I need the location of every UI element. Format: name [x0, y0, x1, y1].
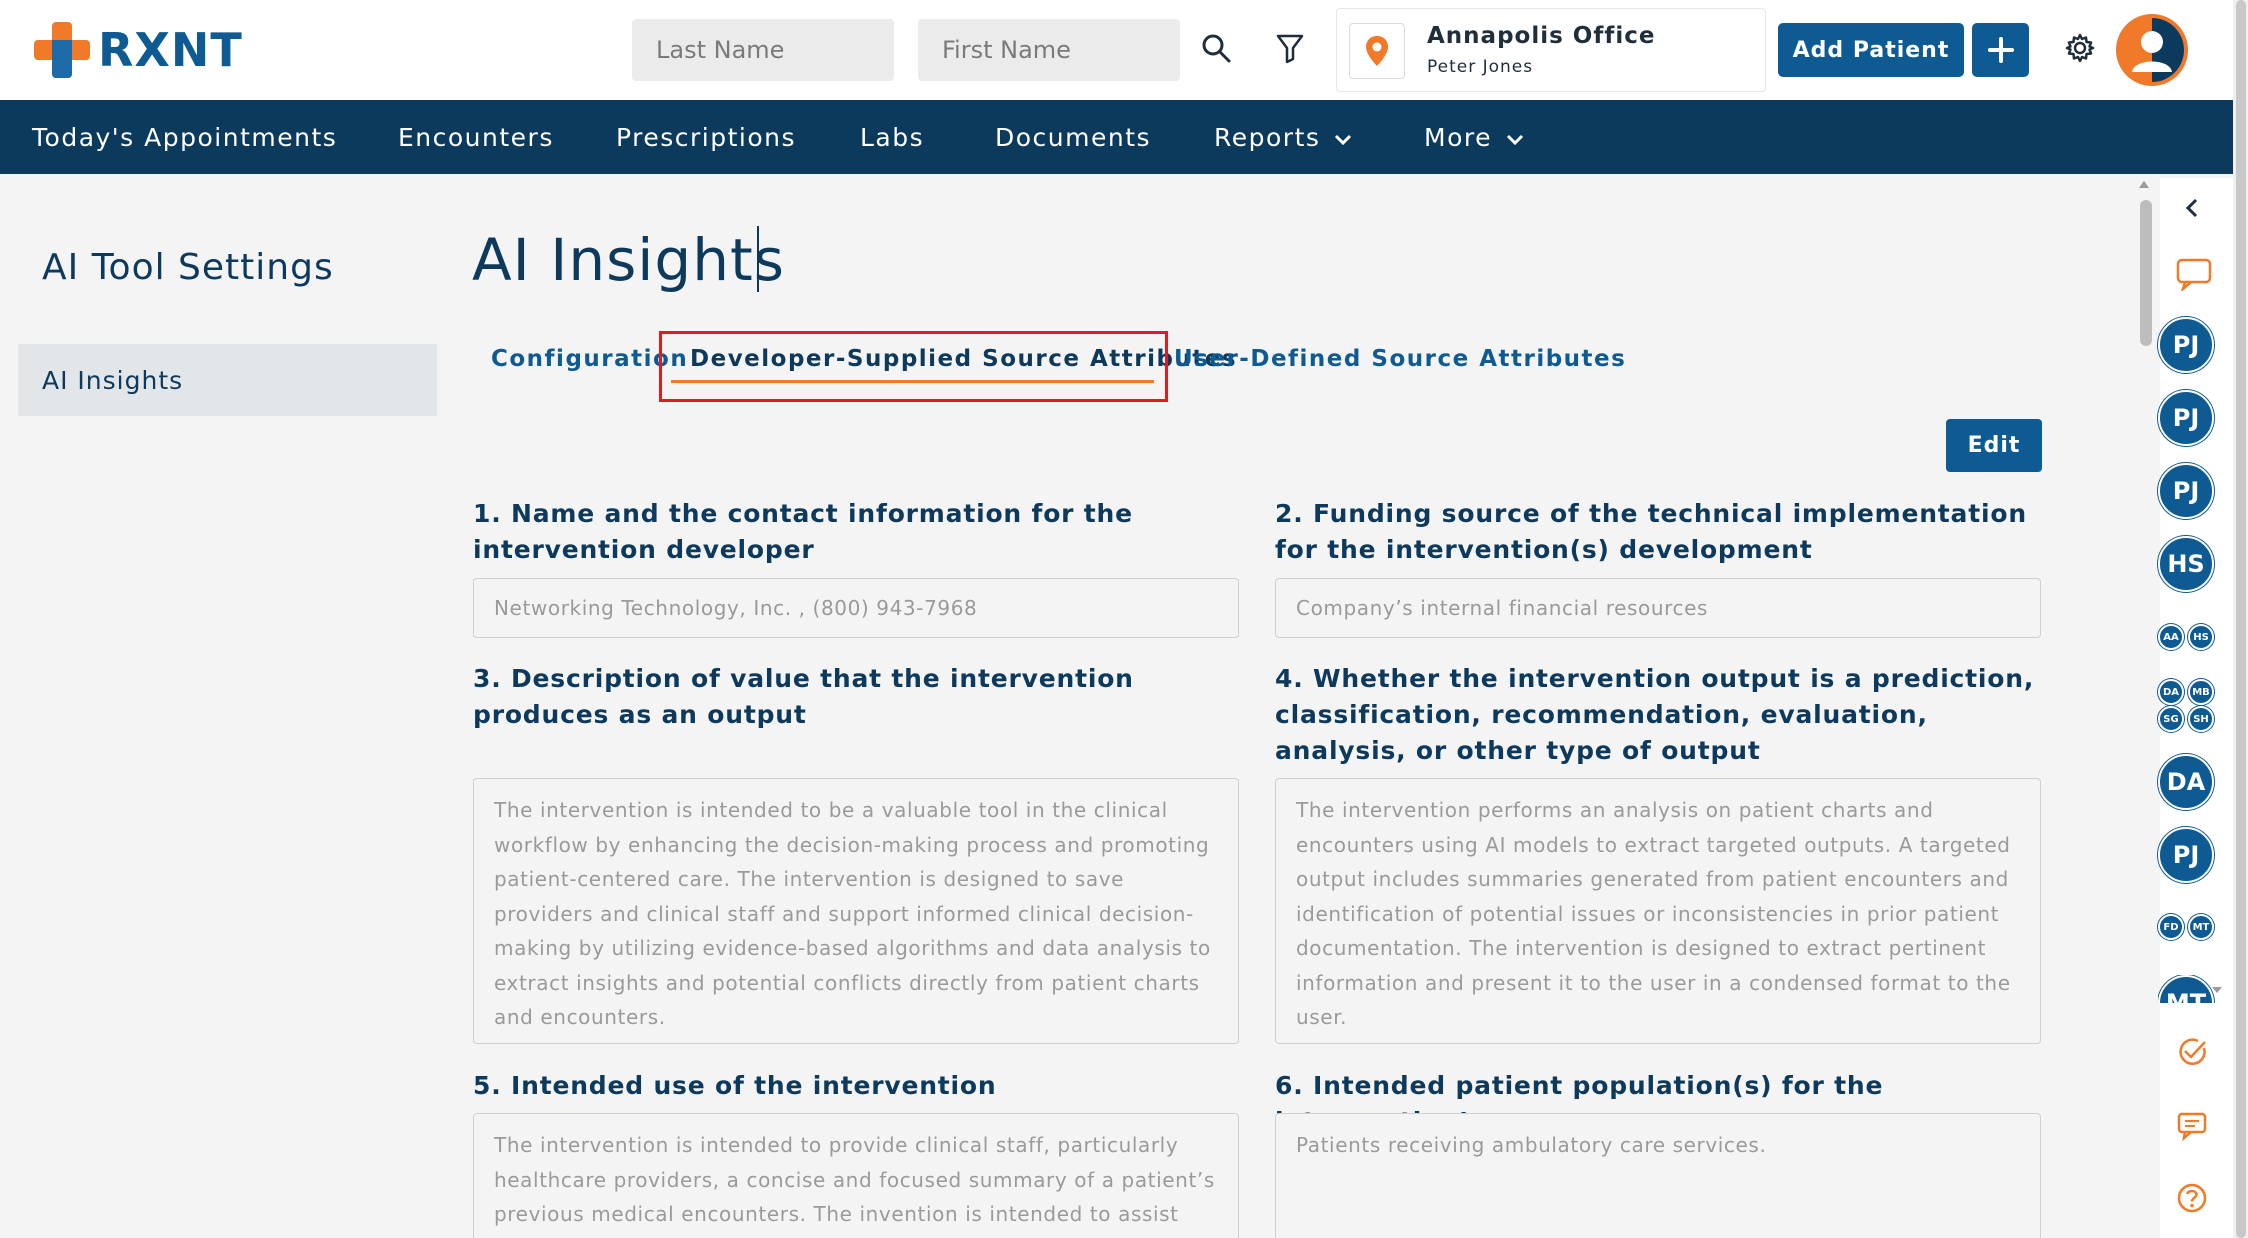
logo-cross-icon [34, 22, 90, 78]
field-value-4[interactable]: The intervention performs an analysis on… [1275, 778, 2041, 1044]
rxnt-logo[interactable]: RXNT [34, 22, 243, 78]
field-value-6[interactable]: Patients receiving ambulatory care servi… [1275, 1113, 2041, 1238]
chevron-down-icon [1334, 123, 1352, 152]
add-patient-button[interactable]: Add Patient [1778, 23, 1964, 77]
chat-icon[interactable] [2172, 254, 2216, 294]
help-icon[interactable] [2172, 1178, 2212, 1218]
avatar-pj[interactable]: PJ [2158, 827, 2214, 883]
panel-scroll-down-icon[interactable] [2210, 984, 2224, 996]
task-check-icon[interactable] [2172, 1032, 2212, 1072]
location-pin-icon [1349, 23, 1405, 79]
main-scrollbar-thumb[interactable] [2140, 200, 2152, 346]
sidebar-item-ai-insights[interactable]: AI Insights [18, 344, 437, 416]
avatar-sh[interactable]: SH [2188, 706, 2214, 732]
nav-todays-appointments[interactable]: Today's Appointments [32, 100, 337, 174]
nav-more-label: More [1424, 122, 1492, 152]
field-value-1[interactable]: Networking Technology, Inc. , (800) 943-… [473, 578, 1239, 638]
field-value-3[interactable]: The intervention is intended to be a val… [473, 778, 1239, 1044]
nav-labs[interactable]: Labs [860, 100, 924, 174]
field-label-4: 4. Whether the intervention output is a … [1275, 664, 2035, 765]
message-icon[interactable] [2172, 1106, 2212, 1146]
nav-reports-label: Reports [1214, 122, 1321, 152]
avatar-da-small[interactable]: DA [2158, 679, 2184, 705]
plus-icon [1987, 37, 2014, 63]
field-value-2[interactable]: Company’s internal financial resources [1275, 578, 2041, 638]
office-name: Annapolis Office [1427, 23, 1656, 49]
field-label-5: 5. Intended use of the intervention [473, 1071, 997, 1100]
field-value-5[interactable]: The intervention is intended to provide … [473, 1113, 1239, 1238]
avatar-pj[interactable]: PJ [2158, 317, 2214, 373]
avatar-mt-small[interactable]: MT [2188, 914, 2214, 940]
edit-button[interactable]: Edit [1946, 419, 2042, 472]
highlight-box [659, 331, 1168, 402]
nav-encounters[interactable]: Encounters [398, 100, 554, 174]
nav-reports[interactable]: Reports [1214, 100, 1352, 174]
avatar-hs-small[interactable]: HS [2188, 624, 2214, 650]
plus-button[interactable] [1972, 23, 2029, 77]
field-label-2: 2. Funding source of the technical imple… [1275, 499, 2027, 564]
avatar-sg[interactable]: SG [2158, 706, 2184, 732]
field-label-3: 3. Description of value that the interve… [473, 664, 1134, 729]
filter-icon[interactable] [1270, 28, 1310, 68]
avatar-fd[interactable]: FD [2158, 914, 2184, 940]
avatar-hs[interactable]: HS [2158, 536, 2214, 592]
last-name-input[interactable] [632, 19, 894, 81]
nav-prescriptions[interactable]: Prescriptions [616, 100, 796, 174]
main-nav: Today's Appointments Encounters Prescrip… [0, 100, 2233, 174]
collapse-chevron-icon[interactable] [2172, 196, 2212, 220]
office-user: Peter Jones [1427, 57, 1534, 77]
avatar-aa[interactable]: AA [2158, 624, 2184, 650]
avatar-pj[interactable]: PJ [2158, 463, 2214, 519]
user-avatar[interactable] [2116, 14, 2188, 86]
chevron-down-icon [1506, 123, 1524, 152]
field-label-1: 1. Name and the contact information for … [473, 499, 1133, 564]
logo-text: RXNT [98, 23, 243, 77]
text-cursor [757, 226, 759, 292]
sidebar-title: AI Tool Settings [42, 247, 334, 288]
avatar-clip: MT [2158, 975, 2218, 1003]
gear-icon[interactable] [2062, 30, 2098, 66]
page-title: AI Insights [472, 226, 785, 294]
nav-more[interactable]: More [1424, 100, 1524, 174]
tab-user-defined-source-attributes[interactable]: User-Defined Source Attributes [1174, 346, 1626, 372]
avatar-pj[interactable]: PJ [2158, 390, 2214, 446]
first-name-input[interactable] [918, 19, 1180, 81]
app-header: RXNT Annapolis Office Peter Jones Add Pa… [0, 0, 2248, 100]
search-icon[interactable] [1196, 28, 1236, 68]
avatar-mt[interactable]: MT [2158, 975, 2214, 1003]
page-scrollbar-thumb[interactable] [2236, 0, 2246, 1238]
office-selector[interactable]: Annapolis Office Peter Jones [1336, 8, 1766, 92]
avatar-da[interactable]: DA [2158, 754, 2214, 810]
avatar-mb[interactable]: MB [2188, 679, 2214, 705]
nav-documents[interactable]: Documents [995, 100, 1151, 174]
